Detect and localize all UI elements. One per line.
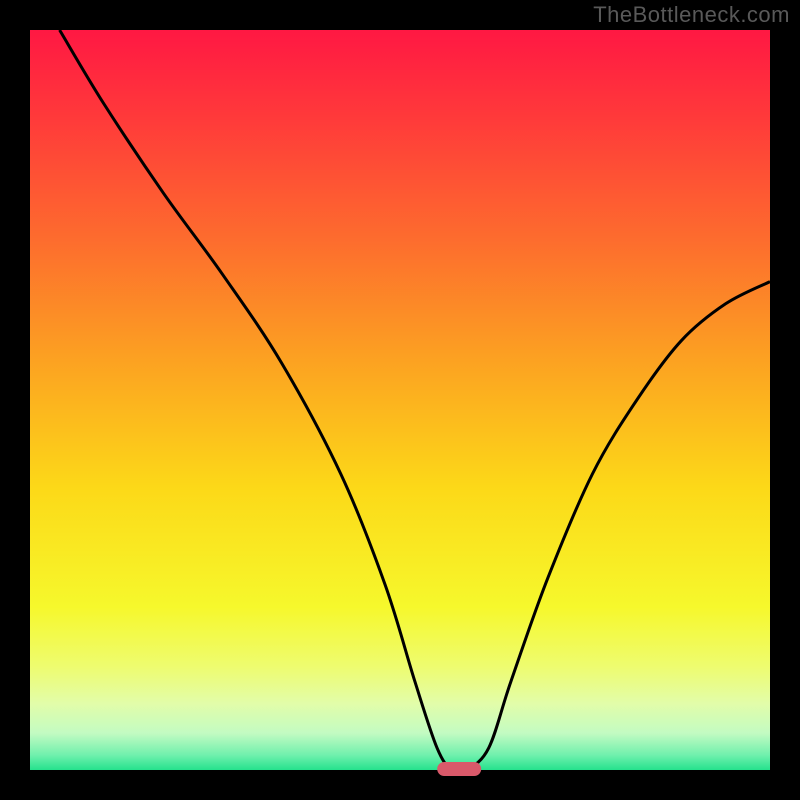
bottleneck-chart (0, 0, 800, 800)
chart-container: TheBottleneck.com (0, 0, 800, 800)
optimal-marker (437, 762, 481, 776)
watermark-text: TheBottleneck.com (593, 2, 790, 28)
plot-area (30, 30, 770, 770)
